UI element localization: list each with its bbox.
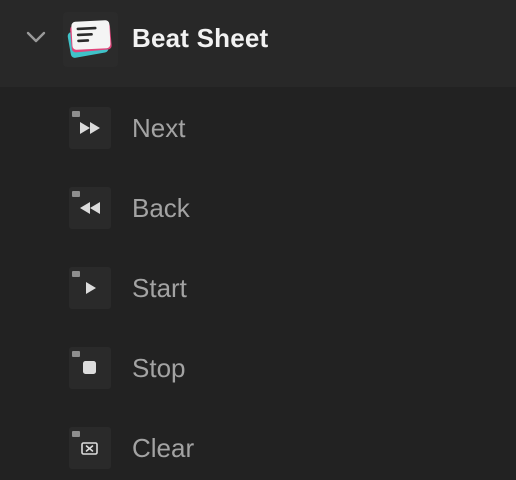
rewind-icon	[69, 187, 111, 229]
stop-icon	[69, 347, 111, 389]
clear-icon	[69, 427, 111, 469]
shortcut-item-clear[interactable]: Clear	[0, 408, 516, 480]
shortcut-label: Clear	[132, 433, 195, 463]
shortcut-label: Stop	[132, 353, 186, 383]
shortcut-item-start[interactable]: Start	[0, 248, 516, 328]
group-header-beat-sheet[interactable]: Beat Sheet	[0, 0, 516, 87]
shortcut-item-back[interactable]: Back	[0, 168, 516, 248]
shortcuts-panel: Beat Sheet Next Back Start Stop Clear	[0, 0, 516, 480]
shortcut-label: Next	[132, 113, 186, 143]
group-title: Beat Sheet	[132, 23, 269, 53]
chevron-down-icon[interactable]	[25, 27, 47, 47]
shortcut-item-next[interactable]: Next	[0, 88, 516, 168]
shortcut-item-stop[interactable]: Stop	[0, 328, 516, 408]
play-icon	[69, 267, 111, 309]
beat-sheet-app-icon	[63, 12, 118, 67]
shortcut-label: Start	[132, 273, 187, 303]
shortcut-label: Back	[132, 193, 190, 223]
fast-forward-icon	[69, 107, 111, 149]
